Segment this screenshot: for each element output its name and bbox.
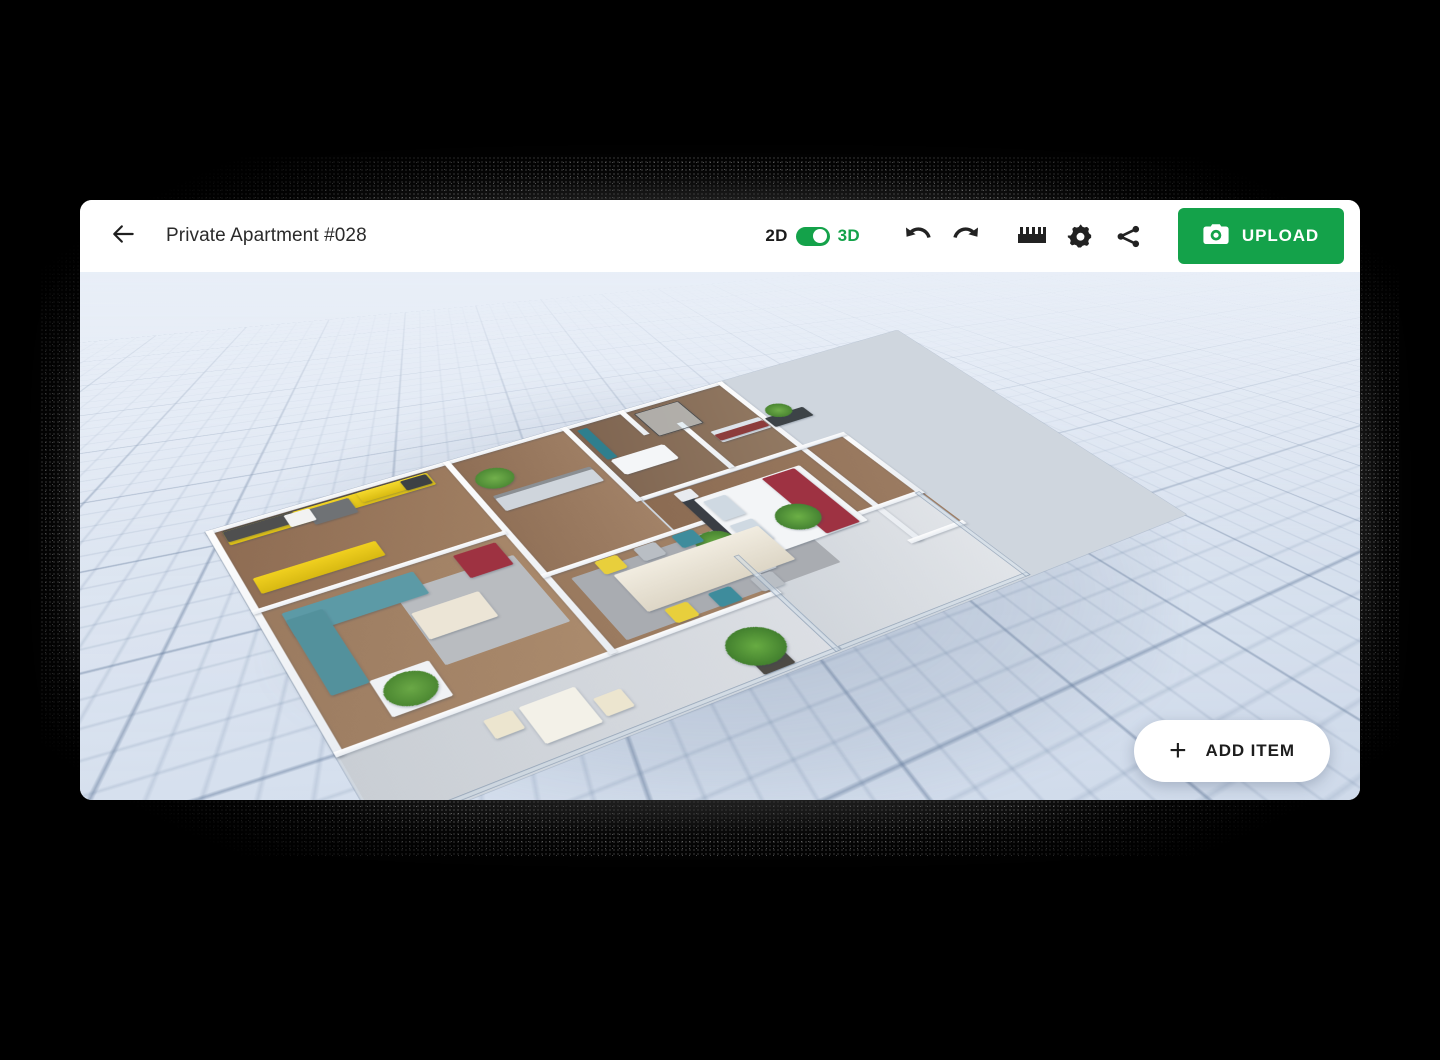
gear-icon xyxy=(1067,223,1094,250)
design-viewport[interactable]: + ADD ITEM xyxy=(80,272,1360,800)
add-item-button[interactable]: + ADD ITEM xyxy=(1134,720,1330,782)
redo-button[interactable] xyxy=(942,212,990,260)
upload-button-label: UPLOAD xyxy=(1241,226,1320,245)
view-mode-toggle[interactable]: 2D 3D xyxy=(765,226,860,246)
app-header: Private Apartment #028 2D 3D UPLOAD xyxy=(80,200,1360,272)
settings-button[interactable] xyxy=(1056,212,1104,260)
view-mode-switch-knob xyxy=(813,229,828,243)
screenshot-stage: Private Apartment #028 2D 3D UPLOAD + AD… xyxy=(0,0,1440,1060)
page-title: Private Apartment #028 xyxy=(166,225,367,246)
view-mode-label-3d: 3D xyxy=(837,226,860,245)
app-window: Private Apartment #028 2D 3D UPLOAD + AD… xyxy=(80,200,1360,800)
view-mode-label-2d: 2D xyxy=(765,226,788,245)
measure-button[interactable] xyxy=(1008,212,1056,260)
view-mode-switch[interactable] xyxy=(795,226,830,246)
redo-icon xyxy=(951,223,981,249)
share-icon xyxy=(1115,223,1142,250)
add-item-button-label: ADD ITEM xyxy=(1205,741,1295,760)
back-button[interactable] xyxy=(102,214,146,258)
undo-icon xyxy=(903,223,933,249)
ruler-icon xyxy=(1017,225,1047,247)
upload-button[interactable]: UPLOAD xyxy=(1178,208,1344,264)
header-toolbar: 2D 3D UPLOAD xyxy=(765,208,1344,264)
arrow-left-icon xyxy=(111,221,137,252)
share-button[interactable] xyxy=(1104,212,1152,260)
undo-button[interactable] xyxy=(894,212,942,260)
camera-icon xyxy=(1203,223,1229,250)
plus-icon: + xyxy=(1169,734,1188,767)
